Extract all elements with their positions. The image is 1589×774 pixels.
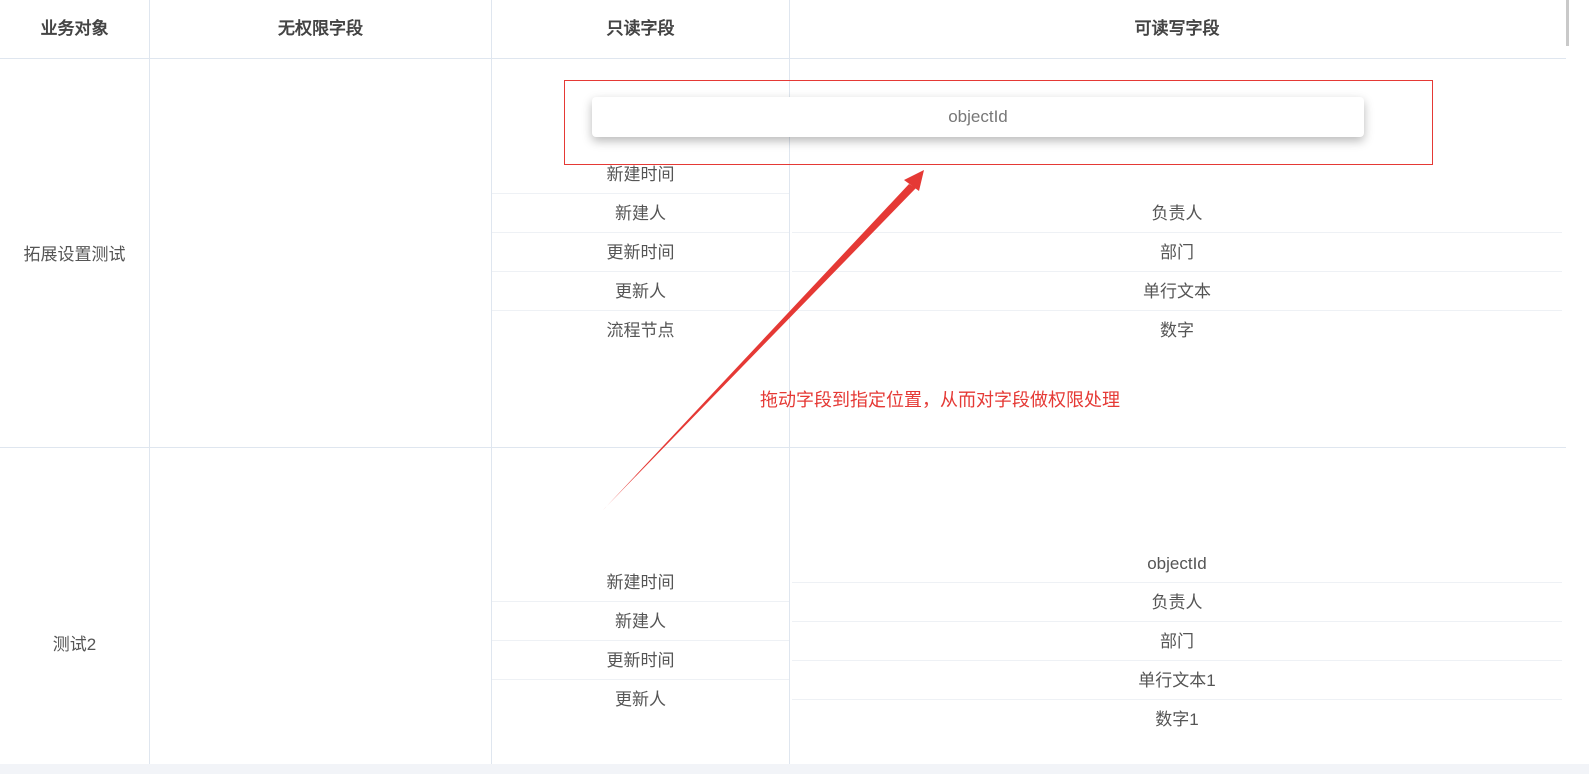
- field-item[interactable]: 更新人: [492, 680, 789, 719]
- object-name: 测试2: [52, 635, 97, 654]
- header-read-write: 可读写字段: [1134, 19, 1220, 38]
- field-item[interactable]: 负责人: [792, 583, 1562, 622]
- field-item[interactable]: 单行文本1: [792, 661, 1562, 700]
- field-item[interactable]: 负责人: [792, 194, 1562, 233]
- annotation-text: 拖动字段到指定位置，从而对字段做权限处理: [760, 390, 1120, 410]
- row-divider: [0, 447, 1566, 448]
- field-item[interactable]: objectId: [792, 544, 1562, 583]
- field-item[interactable]: 数字: [792, 311, 1562, 350]
- field-item[interactable]: 部门: [792, 233, 1562, 272]
- header-no-permission: 无权限字段: [278, 19, 363, 38]
- field-item[interactable]: 新建时间: [492, 155, 789, 194]
- field-item[interactable]: 数字1: [792, 700, 1562, 739]
- column-divider: [149, 0, 150, 764]
- scrollbar-thumb[interactable]: [1566, 0, 1569, 46]
- row-divider: [0, 58, 1566, 59]
- field-item[interactable]: 更新时间: [492, 641, 789, 680]
- field-item[interactable]: 更新时间: [492, 233, 789, 272]
- field-item[interactable]: 更新人: [492, 272, 789, 311]
- object-name: 拓展设置测试: [23, 245, 126, 264]
- field-item[interactable]: 流程节点: [492, 311, 789, 350]
- field-item[interactable]: 部门: [792, 622, 1562, 661]
- vertical-scrollbar[interactable]: [1566, 0, 1589, 764]
- field-item[interactable]: 新建时间: [492, 563, 789, 602]
- field-item[interactable]: 新建人: [492, 602, 789, 641]
- field-item[interactable]: 新建人: [492, 194, 789, 233]
- dragging-field-card[interactable]: objectId: [592, 97, 1364, 137]
- header-business-object: 业务对象: [40, 19, 109, 38]
- header-read-only: 只读字段: [606, 19, 675, 38]
- field-item[interactable]: 单行文本: [792, 272, 1562, 311]
